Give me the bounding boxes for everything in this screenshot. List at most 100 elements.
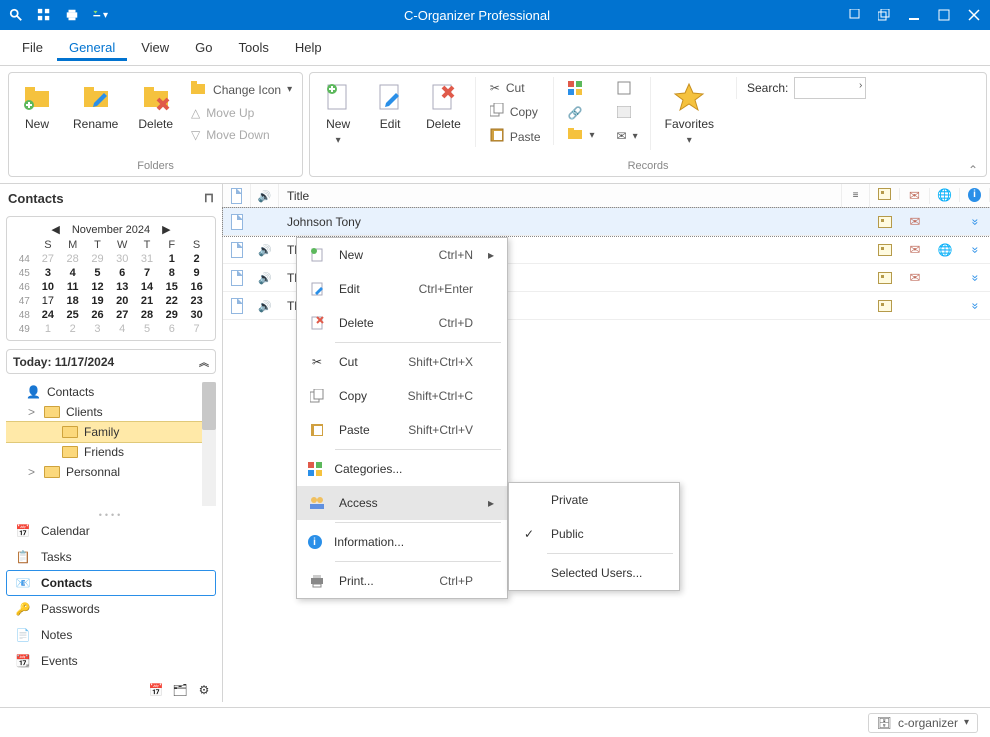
ctx-categories[interactable]: Categories... <box>297 452 507 486</box>
cal-day[interactable]: 18 <box>60 294 85 308</box>
window-close-icon[interactable] <box>966 7 982 23</box>
today-collapse-icon[interactable]: ︽ <box>199 354 209 369</box>
change-icon-button[interactable]: Change Icon ▾ <box>187 79 296 100</box>
col-speaker-icon[interactable] <box>251 184 279 207</box>
cal-day[interactable]: 27 <box>36 252 61 266</box>
database-selector[interactable]: 🗄 c-organizer ▾ <box>868 713 978 733</box>
splitter-grip[interactable]: •••• <box>0 510 222 516</box>
cal-day[interactable]: 10 <box>36 280 61 294</box>
cal-day[interactable]: 23 <box>184 294 209 308</box>
favorites-button[interactable]: Favorites ▾ <box>650 77 720 150</box>
col-title[interactable]: Title <box>279 184 842 207</box>
cal-day[interactable]: 28 <box>60 252 85 266</box>
cal-day[interactable]: 29 <box>85 252 110 266</box>
category-grid-button[interactable] <box>564 79 599 100</box>
cal-day[interactable]: 4 <box>60 266 85 280</box>
nav-events[interactable]: 📆Events <box>6 648 216 674</box>
move-down-button[interactable]: ▽Move Down <box>187 126 296 144</box>
ctx-information[interactable]: iInformation... <box>297 525 507 559</box>
cal-day[interactable]: 4 <box>110 322 135 336</box>
tree-item[interactable]: Friends <box>6 442 216 462</box>
move-up-button[interactable]: △Move Up <box>187 104 296 122</box>
menu-view[interactable]: View <box>129 34 181 61</box>
misc-btn-1[interactable] <box>613 79 642 100</box>
window-restore-down-icon[interactable] <box>846 7 862 23</box>
copy-button[interactable]: Copy <box>486 101 545 122</box>
record-edit-button[interactable]: Edit <box>368 77 412 135</box>
misc-btn-3[interactable]: ✉▾ <box>613 127 642 145</box>
col-card-icon[interactable] <box>870 188 900 200</box>
tree-item[interactable]: Family <box>6 422 216 442</box>
cal-day[interactable]: 3 <box>36 266 61 280</box>
search-icon[interactable] <box>8 7 24 23</box>
expand-icon[interactable] <box>972 299 979 313</box>
tree-item[interactable]: Contacts <box>6 382 216 402</box>
folder-rename-button[interactable]: Rename <box>67 77 124 135</box>
cal-day[interactable]: 29 <box>159 308 184 322</box>
cal-day[interactable]: 28 <box>135 308 160 322</box>
pin-icon[interactable]: ⊓ <box>204 190 214 206</box>
window-maximize-icon[interactable] <box>936 7 952 23</box>
cal-day[interactable]: 22 <box>159 294 184 308</box>
tree-expander-icon[interactable]: > <box>28 465 38 479</box>
cal-day[interactable]: 5 <box>135 322 160 336</box>
footer-card-icon[interactable]: 🗂 <box>172 682 188 698</box>
link-button[interactable]: 🔗 <box>564 104 599 122</box>
menu-tools[interactable]: Tools <box>227 34 281 61</box>
cal-day[interactable]: 6 <box>110 266 135 280</box>
record-delete-button[interactable]: Delete <box>420 77 467 135</box>
cal-day[interactable]: 12 <box>85 280 110 294</box>
col-env-icon[interactable] <box>900 188 930 204</box>
ctx-paste[interactable]: PasteShift+Ctrl+V <box>297 413 507 447</box>
cal-day[interactable]: 9 <box>184 266 209 280</box>
today-bar[interactable]: Today: 11/17/2024 ︽ <box>6 349 216 374</box>
ctx-cut[interactable]: ✂CutShift+Ctrl+X <box>297 345 507 379</box>
ctx-edit[interactable]: EditCtrl+Enter <box>297 272 507 306</box>
cal-day[interactable]: 7 <box>135 266 160 280</box>
nav-calendar[interactable]: 📅Calendar <box>6 518 216 544</box>
paste-button[interactable]: Paste <box>486 126 545 147</box>
cal-day[interactable]: 19 <box>85 294 110 308</box>
ctx-access[interactable]: Access▸ <box>297 486 507 520</box>
cal-day[interactable]: 20 <box>110 294 135 308</box>
col-info-icon[interactable]: i <box>960 188 990 202</box>
grid-row[interactable]: Johnson Tony <box>223 208 990 236</box>
cal-day[interactable]: 6 <box>159 322 184 336</box>
nav-notes[interactable]: 📄Notes <box>6 622 216 648</box>
folder-small-button[interactable]: ▾ <box>564 126 599 145</box>
nav-tasks[interactable]: 📋Tasks <box>6 544 216 570</box>
menu-go[interactable]: Go <box>183 34 224 61</box>
cal-day[interactable]: 2 <box>60 322 85 336</box>
menu-general[interactable]: General <box>57 34 127 61</box>
nav-passwords[interactable]: 🔑Passwords <box>6 596 216 622</box>
tree-item[interactable]: >Clients <box>6 402 216 422</box>
ctx-delete[interactable]: DeleteCtrl+D <box>297 306 507 340</box>
tree-item[interactable]: >Personnal <box>6 462 216 482</box>
col-page-icon[interactable] <box>223 184 251 207</box>
cut-button[interactable]: ✂Cut <box>486 79 545 97</box>
expand-icon[interactable] <box>972 215 979 229</box>
expand-icon[interactable] <box>972 243 979 257</box>
search-input[interactable] <box>794 77 866 99</box>
col-sort-icon[interactable]: ≡ <box>842 184 870 207</box>
expand-icon[interactable] <box>972 271 979 285</box>
window-minimize-icon[interactable] <box>906 7 922 23</box>
misc-btn-2[interactable] <box>613 104 642 123</box>
footer-calendar-icon[interactable]: 📅 <box>148 682 164 698</box>
tree-scroll-thumb[interactable] <box>202 382 216 430</box>
menu-help[interactable]: Help <box>283 34 334 61</box>
cal-day[interactable]: 7 <box>184 322 209 336</box>
window-restore-icon[interactable] <box>876 7 892 23</box>
cal-day[interactable]: 5 <box>85 266 110 280</box>
cal-day[interactable]: 13 <box>110 280 135 294</box>
cal-day[interactable]: 1 <box>36 322 61 336</box>
cal-day[interactable]: 30 <box>184 308 209 322</box>
folder-delete-button[interactable]: Delete <box>132 77 179 135</box>
sub-selected-users[interactable]: Selected Users... <box>509 556 679 590</box>
cal-day[interactable]: 26 <box>85 308 110 322</box>
tree-expander-icon[interactable]: > <box>28 405 38 419</box>
cal-next-icon[interactable]: ▶ <box>162 223 170 236</box>
ctx-new[interactable]: NewCtrl+N▸ <box>297 238 507 272</box>
cal-day[interactable]: 14 <box>135 280 160 294</box>
cal-day[interactable]: 2 <box>184 252 209 266</box>
